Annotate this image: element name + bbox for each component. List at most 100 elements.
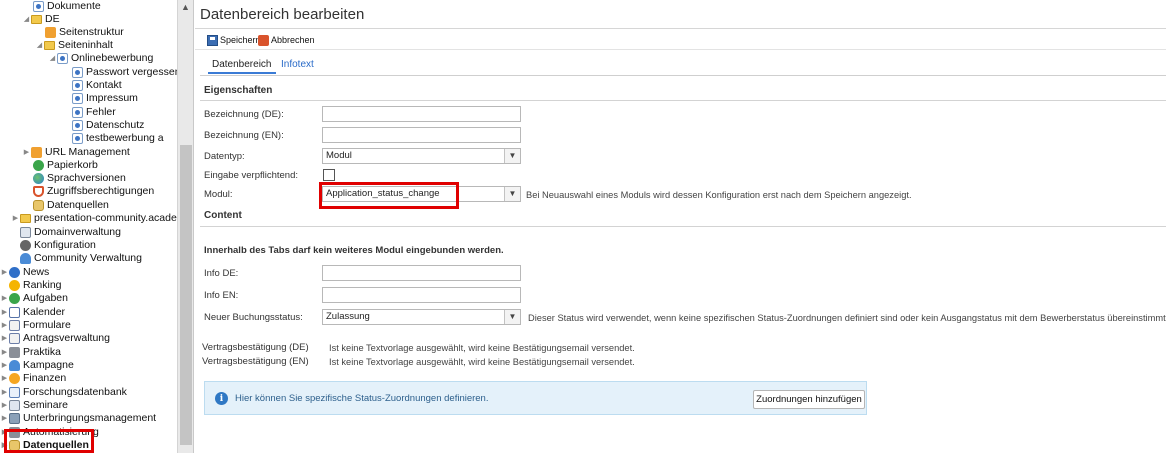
tree-item-konfiguration[interactable]: Konfiguration [20,239,96,252]
collapse-arrow-icon[interactable]: ◢ [22,13,31,26]
tree-item-kontakt[interactable]: Kontakt [72,79,122,92]
tree-item-papierkorb[interactable]: Papierkorb [33,159,98,172]
tree-item-datenquellen[interactable]: Datenquellen [33,199,109,212]
label-module: Modul: [204,189,233,200]
collapse-arrow-icon[interactable]: ◢ [35,39,44,52]
chart-icon [9,387,20,398]
tree-item-ranking[interactable]: Ranking [9,279,62,292]
tree-item-url-management[interactable]: ▶ URL Management [22,146,130,159]
expand-arrow-icon[interactable]: ▶ [0,319,9,332]
tree-item-kampagne[interactable]: ▶ Kampagne [0,359,74,372]
tree-item-domainverwaltung[interactable]: Domainverwaltung [20,226,121,239]
gear-icon [20,240,31,251]
label-new-status: Neuer Buchungsstatus: [204,312,303,323]
expand-arrow-icon[interactable]: ▶ [0,306,9,319]
highlight-box-module [319,182,459,209]
tree-item-unterbringungsmanagement[interactable]: ▶ Unterbringungsmanagement [0,412,156,425]
presentation-icon [9,400,20,411]
sitemap-icon [45,27,56,38]
add-assignments-button[interactable]: Zuordnungen hinzufügen [753,390,865,409]
expand-arrow-icon[interactable]: ▶ [22,146,31,159]
module-hint: Bei Neuauswahl eines Moduls wird dessen … [526,190,912,200]
expand-arrow-icon[interactable]: ▶ [11,212,20,225]
tree-item-forschungsdatenbank[interactable]: ▶ Forschungsdatenbank [0,386,127,399]
tab-infotext[interactable]: Infotext [281,59,314,74]
info-en-input[interactable] [322,287,521,303]
tree-item-presentation-community[interactable]: ▶ presentation-community.academyf [11,212,177,225]
new-status-hint: Dieser Status wird verwendet, wenn keine… [528,313,1166,323]
tree-item-de[interactable]: ◢ DE [22,13,60,26]
scrollbar-thumb[interactable] [180,145,192,445]
tree-item-label: Dokumente [47,0,101,12]
tree-item-label: Ranking [23,279,62,291]
tree-item-antragsverwaltung[interactable]: ▶ Antragsverwaltung [0,332,110,345]
collapse-arrow-icon[interactable]: ◢ [48,52,57,65]
chevron-down-icon[interactable]: ▼ [504,187,520,201]
chevron-down-icon[interactable]: ▼ [504,149,520,163]
tree-item-passwort-vergessen[interactable]: Passwort vergessen [72,66,177,79]
tree-item-aufgaben[interactable]: ▶ Aufgaben [0,292,68,305]
page-icon [33,1,44,12]
datatype-select[interactable]: Modul ▼ [322,148,521,164]
expand-arrow-icon[interactable]: ▶ [0,332,9,345]
tree-item-seminare[interactable]: ▶ Seminare [0,399,68,412]
tree-item-onlinebewerbung[interactable]: ◢ Onlinebewerbung [48,52,153,65]
required-checkbox[interactable] [323,169,335,181]
save-button[interactable]: Speichern [207,33,261,47]
info-de-input[interactable] [322,265,521,281]
datatype-value: Modul [326,150,352,161]
expand-arrow-icon[interactable]: ▶ [0,292,9,305]
tree-item-label: Fehler [86,106,116,118]
name-de-input[interactable] [322,106,521,122]
label-contract-en: Vertragsbestätigung (EN) [202,356,309,367]
tree-scrollbar[interactable]: ▲ [177,0,193,453]
tree-item-datenschutz[interactable]: Datenschutz [72,119,144,132]
page-icon [72,107,83,118]
label-info-de: Info DE: [204,268,239,279]
new-status-select[interactable]: Zulassung ▼ [322,309,521,325]
tree-list: Dokumente ◢ DE Seitenstruktur ◢ Seiteninha… [0,0,177,453]
expand-arrow-icon[interactable]: ▶ [0,346,9,359]
tree-item-news[interactable]: ▶ News [0,266,49,279]
expand-arrow-icon[interactable]: ▶ [0,386,9,399]
expand-arrow-icon[interactable]: ▶ [0,266,9,279]
coins-icon [9,373,20,384]
tree-item-kalender[interactable]: ▶ Kalender [0,306,65,319]
scroll-up-icon[interactable]: ▲ [181,2,190,12]
tab-datenbereich[interactable]: Datenbereich [208,59,277,74]
tree-item-fehler[interactable]: Fehler [72,106,116,119]
tree-item-seitenstruktur[interactable]: Seitenstruktur [45,26,124,39]
tree-item-seiteninhalt[interactable]: ◢ Seiteninhalt [35,39,113,52]
navigation-tree: Dokumente ◢ DE Seitenstruktur ◢ Seiteninha… [0,0,194,453]
expand-arrow-icon[interactable]: ▶ [0,399,9,412]
tree-item-praktika[interactable]: ▶ Praktika [0,346,61,359]
cancel-button[interactable]: Abbrechen [258,33,315,47]
tree-item-impressum[interactable]: Impressum [72,92,138,105]
label-name-de: Bezeichnung (DE): [204,109,284,120]
name-en-input[interactable] [322,127,521,143]
chevron-down-icon[interactable]: ▼ [504,310,520,324]
tree-item-zugriffsberechtigungen[interactable]: Zugriffsberechtigungen [33,185,154,198]
calendar-icon [9,307,20,318]
tree-item-sprachversionen[interactable]: Sprachversionen [33,172,126,185]
expand-arrow-icon[interactable]: ▶ [0,359,9,372]
divider [200,226,1166,227]
tree-item-label: Domainverwaltung [34,226,121,238]
building-icon [9,413,20,424]
tree-item-finanzen[interactable]: ▶ Finanzen [0,372,66,385]
tree-item-label: Aufgaben [23,292,68,304]
expand-arrow-icon[interactable]: ▶ [0,372,9,385]
page-icon [72,80,83,91]
shield-icon [33,186,44,197]
tree-item-community-verwaltung[interactable]: Community Verwaltung [20,252,142,265]
new-status-value: Zulassung [326,311,370,322]
expand-arrow-icon[interactable]: ▶ [0,412,9,425]
tree-item-testbewerbung[interactable]: testbewerbung a [72,132,164,145]
content-note: Innerhalb des Tabs darf kein weiteres Mo… [204,245,504,256]
tree-item-dokumente[interactable]: Dokumente [33,0,101,13]
tree-item-formulare[interactable]: ▶ Formulare [0,319,71,332]
recycle-icon [33,160,44,171]
divider [200,100,1166,101]
label-required: Eingabe verpflichtend: [204,170,299,181]
tree-item-label: Formulare [23,319,71,331]
